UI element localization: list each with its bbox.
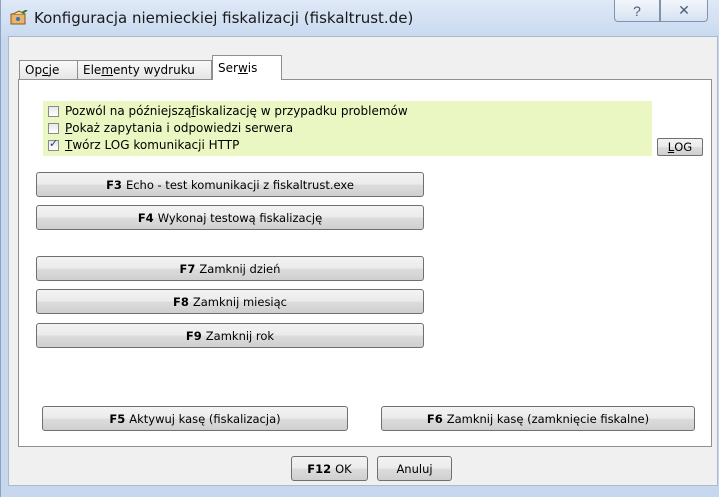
- option-label: wórz LOG komunikacji HTTP: [72, 138, 240, 152]
- button-label: Aktywuj kasę (fiskalizacja): [129, 411, 281, 426]
- test-fiscalization-button[interactable]: F4 Wykonaj testową fiskalizację: [36, 205, 424, 230]
- option-label-mnemonic: T: [65, 138, 73, 152]
- title-bar[interactable]: Konfiguracja niemieckiej fiskalizacji (f…: [1, 0, 719, 36]
- button-label: Echo - test komunikacji z fiskaltrust.ex…: [125, 177, 354, 192]
- button-label: Zamknij kasę (zamknięcie fiskalne): [446, 411, 650, 426]
- cancel-button[interactable]: Anuluj: [377, 456, 452, 481]
- tab-label: je: [48, 63, 60, 77]
- shortcut-key: F12: [307, 461, 332, 476]
- close-day-button[interactable]: F7 Zamknij dzień: [36, 256, 424, 281]
- checkbox-checked[interactable]: [48, 137, 59, 151]
- tab-label: enty wydruku: [113, 63, 195, 77]
- tab-label: Ser: [218, 61, 238, 75]
- options-group: Pozwól na późniejszą f iskalizację w przy…: [43, 101, 652, 156]
- tab-label: is: [247, 61, 258, 75]
- close-month-button[interactable]: F8 Zamknij miesiąc: [36, 289, 424, 314]
- dialog-client-area: Opcje Elementy wydruku Serwis Pozwól na …: [8, 36, 718, 486]
- option-show-requests[interactable]: Pokaż zapytania i odpowiedzi serwera: [48, 120, 293, 136]
- help-button[interactable]: ?: [614, 0, 660, 22]
- option-label: Pozwól na późniejszą: [65, 104, 192, 118]
- option-create-http-log[interactable]: Twórz LOG komunikacji HTTP: [48, 137, 239, 153]
- option-label: okaż zapytania i odpowiedzi serwera: [72, 121, 294, 135]
- shortcut-key: F6: [426, 411, 443, 426]
- ok-button[interactable]: F12 OK: [291, 456, 368, 481]
- shortcut-key: F9: [185, 328, 202, 343]
- window-title: Konfiguracja niemieckiej fiskalizacji (f…: [34, 9, 414, 27]
- checkbox[interactable]: [48, 105, 59, 117]
- tab-label-mnemonic: m: [101, 63, 114, 77]
- button-label: Anuluj: [396, 461, 433, 476]
- tab-label: Op: [25, 63, 43, 77]
- option-label-mnemonic: P: [65, 121, 73, 135]
- close-icon: ✕: [678, 2, 690, 18]
- shortcut-key: F4: [137, 210, 154, 225]
- option-label: iskalizację w przypadku problemów: [195, 104, 408, 118]
- shortcut-key: F5: [109, 411, 126, 426]
- checkbox[interactable]: [48, 122, 59, 134]
- tab-serwis[interactable]: Serwis: [212, 55, 282, 80]
- tab-label-mnemonic: w: [237, 61, 248, 75]
- option-late-fiscalization[interactable]: Pozwól na późniejszą f iskalizację w przy…: [48, 103, 408, 119]
- log-button-label: OG: [674, 140, 693, 154]
- close-button[interactable]: ✕: [660, 0, 708, 22]
- button-label: Wykonaj testową fiskalizację: [157, 210, 323, 225]
- tab-opcje[interactable]: Opcje: [19, 60, 78, 79]
- activate-register-button[interactable]: F5 Aktywuj kasę (fiskalizacja): [42, 406, 348, 431]
- shortcut-key: F8: [172, 294, 189, 309]
- tab-label-mnemonic: c: [42, 63, 49, 77]
- tab-label: Ele: [83, 63, 102, 77]
- help-icon: ?: [633, 2, 641, 19]
- shortcut-key: F3: [106, 177, 122, 192]
- app-icon: [10, 9, 28, 26]
- close-register-button[interactable]: F6 Zamknij kasę (zamknięcie fiskalne): [381, 406, 695, 431]
- log-button[interactable]: L OG: [657, 138, 703, 156]
- shortcut-key: F7: [179, 261, 196, 276]
- button-label: OK: [335, 461, 352, 476]
- echo-test-button[interactable]: F3 Echo - test komunikacji z fiskaltrust.…: [36, 172, 424, 197]
- tab-elementy-wydruku[interactable]: Elementy wydruku: [77, 60, 212, 79]
- tab-panel-serwis: Pozwól na późniejszą f iskalizację w przy…: [18, 79, 712, 447]
- button-label: Zamknij miesiąc: [192, 294, 287, 309]
- dialog-window: Konfiguracja niemieckiej fiskalizacji (f…: [0, 0, 719, 497]
- button-label: Zamknij dzień: [199, 261, 281, 276]
- close-year-button[interactable]: F9 Zamknij rok: [36, 323, 424, 348]
- button-label: Zamknij rok: [205, 328, 275, 343]
